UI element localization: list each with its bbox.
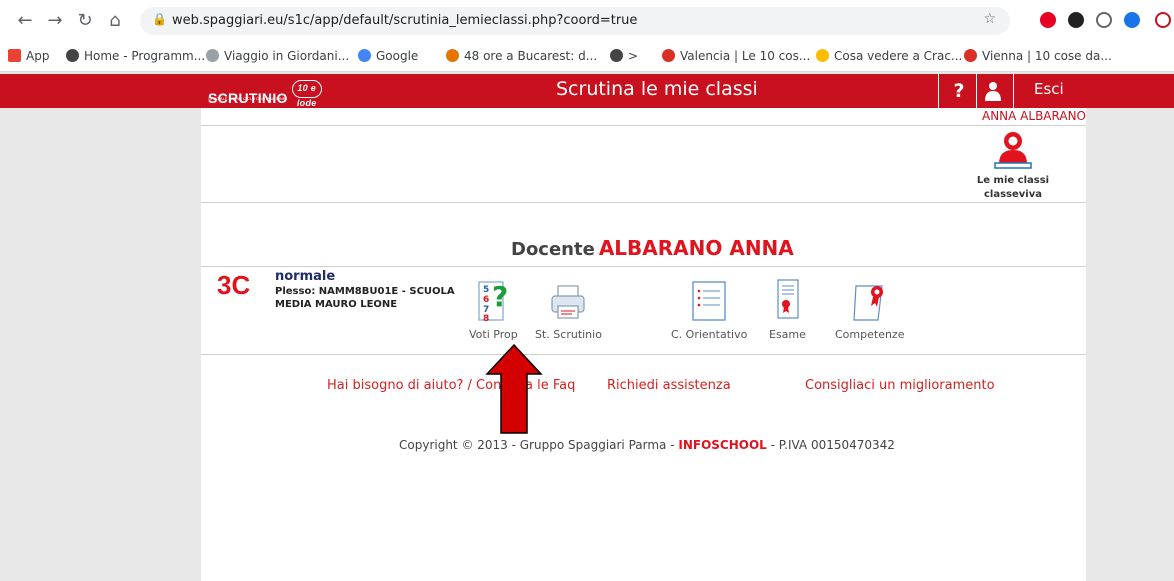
competenze-button[interactable]: Competenze: [835, 276, 904, 341]
svg-text:5: 5: [483, 285, 489, 295]
divider: [201, 354, 1086, 355]
bookmarks-bar: App Home - Programm... Viaggio in Giorda…: [0, 42, 1174, 72]
certificate-icon: [853, 285, 883, 321]
printer-icon: [551, 285, 586, 319]
class-code: 3C: [217, 270, 251, 300]
pinterest-icon[interactable]: [1040, 12, 1056, 28]
voti-prop-button[interactable]: 5 6 7 8 ? Voti Prop: [469, 276, 518, 341]
svg-text:8: 8: [483, 314, 489, 324]
home-icon[interactable]: ⌂: [104, 10, 126, 32]
url-text: web.spaggiari.eu/s1c/app/default/scrutin…: [172, 13, 638, 28]
help-button[interactable]: ?: [946, 76, 972, 106]
scrutinio-logo[interactable]: SCRUTINIO10 e lode SPECIALE PRIMO CICLO …: [208, 80, 322, 108]
user-icon[interactable]: [983, 81, 1003, 101]
globe-icon: [66, 49, 79, 62]
infoschool-brand[interactable]: INFOSCHOOL: [678, 438, 766, 452]
svg-text:?: ?: [492, 280, 508, 313]
divider: [201, 202, 1086, 203]
class-type: normale: [275, 269, 336, 284]
bookmark-apps[interactable]: App: [8, 49, 49, 63]
bookmark-item[interactable]: Viaggio in Giordani...: [206, 49, 349, 63]
browser-toolbar: ← → ↻ ⌂ 🔒 web.spaggiari.eu/s1c/app/defau…: [0, 0, 1174, 42]
teacher-name: ALBARANO ANNA: [598, 236, 794, 260]
site-icon: [662, 49, 675, 62]
app-header: SCRUTINIO10 e lode SPECIALE PRIMO CICLO …: [0, 74, 1174, 108]
divider: [1013, 74, 1014, 108]
user-name: ANNA ALBARANO: [981, 109, 1086, 123]
site-icon: [446, 49, 459, 62]
forward-icon[interactable]: →: [44, 10, 66, 32]
logo-subtitle: SPECIALE PRIMO CICLO DI ISTRUZIONE: [208, 96, 286, 101]
request-assistance-link[interactable]: Richiedi assistenza: [607, 378, 731, 393]
my-classes-icon[interactable]: [991, 130, 1035, 170]
proposed-grades-icon: 5 6 7 8 ?: [478, 280, 509, 324]
bookmark-item[interactable]: Valencia | Le 10 cos...: [662, 49, 810, 63]
google-icon: [358, 49, 371, 62]
esame-button[interactable]: Esame: [769, 276, 806, 341]
divider: [976, 74, 977, 108]
reload-icon[interactable]: ↻: [74, 10, 96, 32]
bookmark-item[interactable]: Cosa vedere a Crac...: [816, 49, 962, 63]
extension-icon[interactable]: [1096, 12, 1112, 28]
site-icon: [816, 49, 829, 62]
exam-scroll-icon: [777, 279, 800, 319]
site-icon: [206, 49, 219, 62]
bookmark-item[interactable]: Google: [358, 49, 418, 63]
annotation-arrow-up-icon: [485, 344, 543, 434]
extension-icon[interactable]: [1124, 12, 1140, 28]
bookmark-item[interactable]: Vienna | 10 cose da...: [964, 49, 1112, 63]
address-bar[interactable]: 🔒 web.spaggiari.eu/s1c/app/default/scrut…: [140, 7, 1010, 35]
my-classes-link[interactable]: Le mie classi classeviva: [973, 174, 1053, 202]
lock-icon: 🔒: [152, 12, 167, 26]
divider: [201, 266, 1086, 267]
divider: [938, 74, 939, 108]
bookmark-item[interactable]: 48 ore a Bucarest: d...: [446, 49, 597, 63]
stampa-scrutinio-button[interactable]: St. Scrutinio: [535, 276, 602, 341]
extension-icon[interactable]: [1068, 12, 1084, 28]
star-icon[interactable]: ☆: [983, 11, 996, 27]
logo-badge: 10 e lode: [291, 80, 322, 108]
divider: [201, 125, 1086, 126]
main-panel: ANNA ALBARANO Le mie classi classeviva D…: [201, 108, 1086, 581]
svg-text:6: 6: [483, 295, 489, 305]
teacher-heading: Docente ALBARANO ANNA: [511, 236, 794, 260]
consiglio-orientativo-button[interactable]: C. Orientativo: [671, 276, 747, 341]
profile-icon[interactable]: [1155, 12, 1171, 28]
page-title: Scrutina le mie classi: [556, 78, 758, 100]
globe-icon: [610, 49, 623, 62]
school-plesso: Plesso: NAMM8BU01E - SCUOLA MEDIA MAURO …: [275, 286, 455, 310]
apps-grid-icon: [8, 49, 21, 62]
back-icon[interactable]: ←: [14, 10, 36, 32]
bookmark-item[interactable]: Home - Programm...: [66, 49, 205, 63]
site-icon: [964, 49, 977, 62]
document-list-icon: [692, 281, 726, 321]
bookmark-folder[interactable]: >: [610, 49, 638, 63]
suggest-improvement-link[interactable]: Consigliaci un miglioramento: [805, 378, 995, 393]
footer-copyright: Copyright © 2013 - Gruppo Spaggiari Parm…: [399, 438, 895, 452]
logout-button[interactable]: Esci: [1034, 80, 1064, 98]
